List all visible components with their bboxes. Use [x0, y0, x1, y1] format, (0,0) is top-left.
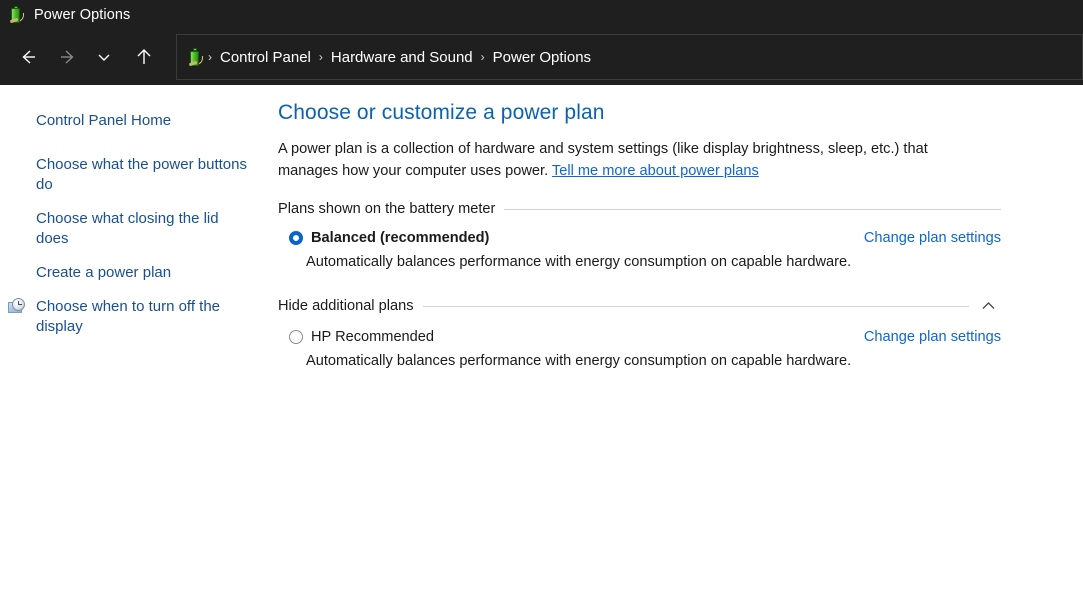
navigation-toolbar: › Control Panel › Hardware and Sound › P…	[0, 29, 1083, 85]
plan-name-balanced: Balanced (recommended)	[311, 230, 490, 246]
back-arrow-icon[interactable]	[10, 39, 46, 75]
plan-row-balanced[interactable]: Balanced (recommended) Change plan setti…	[278, 230, 1001, 246]
breadcrumb-control-panel[interactable]: Control Panel	[214, 49, 317, 66]
sidebar: Control Panel Home Choose what the power…	[0, 85, 262, 351]
sidebar-item-control-panel-home[interactable]: Control Panel Home	[0, 111, 262, 131]
chevron-down-icon[interactable]	[86, 39, 122, 75]
breadcrumb-separator: ›	[480, 50, 485, 64]
section-header-battery-meter: Plans shown on the battery meter	[278, 201, 1001, 217]
intro-paragraph: A power plan is a collection of hardware…	[278, 138, 950, 182]
address-bar[interactable]: › Control Panel › Hardware and Sound › P…	[176, 34, 1083, 80]
radio-balanced[interactable]	[289, 231, 303, 245]
window-title: Power Options	[34, 6, 131, 23]
plan-row-hp-recommended[interactable]: HP Recommended Change plan settings	[278, 329, 1001, 345]
battery-power-icon	[8, 5, 25, 24]
up-arrow-icon[interactable]	[126, 39, 162, 75]
sidebar-item-label: Choose when to turn off the display	[36, 298, 221, 335]
clock-display-icon	[8, 298, 27, 315]
breadcrumb-hardware-and-sound[interactable]: Hardware and Sound	[325, 49, 479, 66]
section-label: Plans shown on the battery meter	[278, 201, 496, 217]
content-area: Control Panel Home Choose what the power…	[0, 85, 1083, 616]
plan-name-hp-recommended: HP Recommended	[311, 329, 435, 345]
change-plan-settings-balanced[interactable]: Change plan settings	[864, 230, 1001, 246]
breadcrumb-separator: ›	[208, 50, 212, 64]
section-header-additional-plans: Hide additional plans	[278, 296, 1001, 316]
radio-hp-recommended[interactable]	[289, 330, 303, 344]
sidebar-item-create-power-plan[interactable]: Create a power plan	[0, 263, 262, 283]
main-panel: Choose or customize a power plan A power…	[262, 85, 1083, 369]
sidebar-item-turn-off-display[interactable]: Choose when to turn off the display	[0, 297, 262, 337]
tell-me-more-link[interactable]: Tell me more about power plans	[552, 163, 759, 179]
change-plan-settings-hp-recommended[interactable]: Change plan settings	[864, 329, 1001, 345]
address-battery-power-icon	[187, 48, 204, 67]
section-label[interactable]: Hide additional plans	[278, 298, 423, 314]
window-titlebar: Power Options	[0, 0, 1083, 29]
sidebar-item-closing-lid[interactable]: Choose what closing the lid does	[0, 209, 262, 249]
breadcrumb-separator: ›	[318, 50, 323, 64]
plan-description-balanced: Automatically balances performance with …	[306, 254, 852, 270]
page-title: Choose or customize a power plan	[278, 101, 605, 124]
plan-description-hp-recommended: Automatically balances performance with …	[306, 353, 852, 369]
chevron-up-icon[interactable]	[975, 296, 1001, 316]
breadcrumb-power-options[interactable]: Power Options	[487, 49, 597, 66]
section-rule	[422, 305, 969, 307]
section-rule	[504, 208, 1001, 210]
sidebar-item-power-buttons[interactable]: Choose what the power buttons do	[0, 155, 262, 195]
forward-arrow-icon[interactable]	[50, 39, 86, 75]
